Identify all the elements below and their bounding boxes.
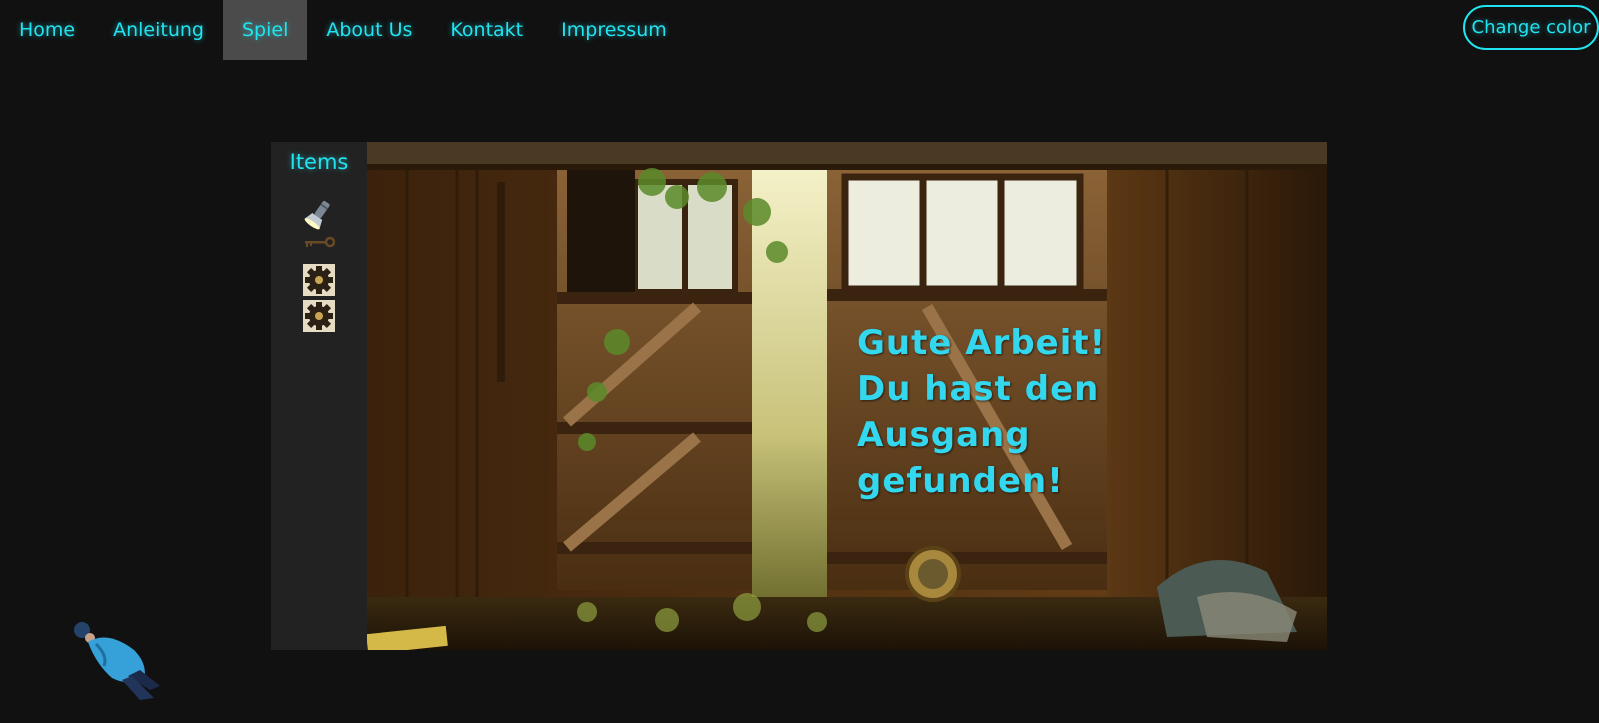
- nav-anleitung[interactable]: Anleitung: [94, 0, 223, 60]
- flashlight-icon[interactable]: [303, 198, 335, 230]
- nav-about-us[interactable]: About Us: [307, 0, 431, 60]
- game-scene[interactable]: Gute Arbeit! Du hast den Ausgang gefunde…: [367, 142, 1327, 650]
- inventory-title: Items: [289, 150, 349, 174]
- inventory-panel: Items: [271, 142, 367, 650]
- message-line: Gute Arbeit!: [857, 323, 1107, 363]
- message-line: Ausgang: [857, 415, 1031, 455]
- nav-home[interactable]: Home: [0, 0, 94, 60]
- gear-icon[interactable]: [303, 264, 335, 296]
- nav-kontakt[interactable]: Kontakt: [431, 0, 542, 60]
- barn-scene-image: [367, 142, 1327, 650]
- nav-spiel[interactable]: Spiel: [223, 0, 308, 60]
- main-nav: Home Anleitung Spiel About Us Kontakt Im…: [0, 0, 686, 60]
- gear-icon[interactable]: [303, 300, 335, 332]
- nav-impressum[interactable]: Impressum: [542, 0, 686, 60]
- message-line: Du hast den: [857, 369, 1100, 409]
- key-icon[interactable]: [303, 234, 336, 250]
- message-line: gefunden!: [857, 461, 1064, 501]
- player-character[interactable]: [68, 620, 164, 704]
- success-message: Gute Arbeit! Du hast den Ausgang gefunde…: [857, 320, 1157, 504]
- change-color-button[interactable]: Change color: [1463, 5, 1599, 50]
